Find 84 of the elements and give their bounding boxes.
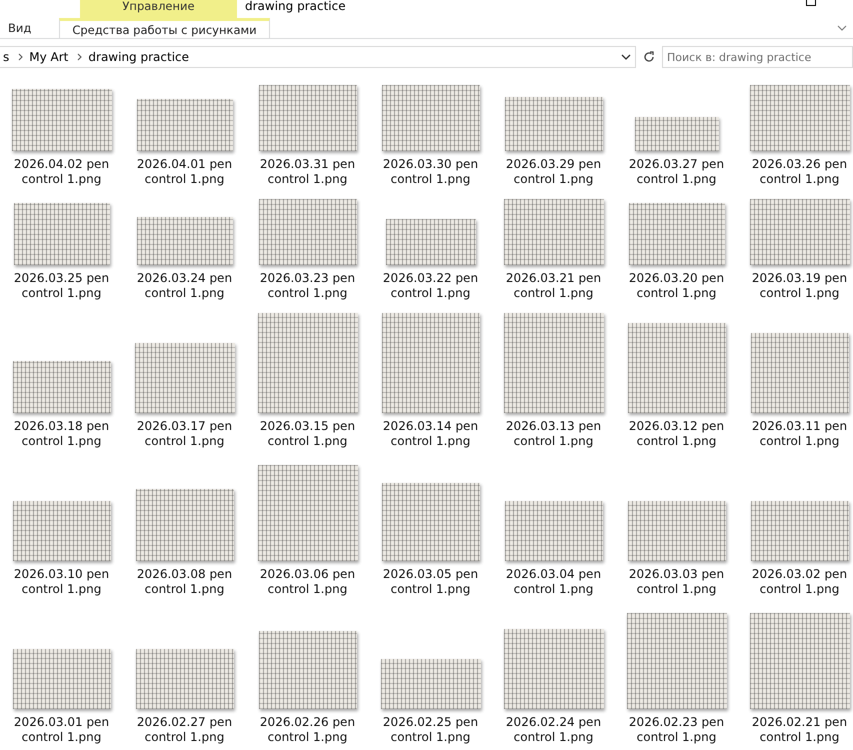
sketch-thumbnail[interactable] bbox=[136, 217, 232, 265]
sketch-thumbnail[interactable] bbox=[136, 649, 234, 709]
sketch-thumbnail[interactable] bbox=[136, 489, 234, 561]
sketch-thumbnail[interactable] bbox=[626, 613, 726, 709]
file-name: 2026.03.25 pen control 1.png bbox=[12, 271, 110, 302]
file-name: 2026.03.21 pen control 1.png bbox=[504, 271, 602, 302]
sketch-thumbnail[interactable] bbox=[504, 313, 604, 413]
sketch-thumbnail[interactable] bbox=[504, 629, 604, 709]
sketch-thumbnail[interactable] bbox=[382, 483, 480, 561]
sketch-thumbnail[interactable] bbox=[258, 313, 358, 413]
sketch-thumbnail[interactable] bbox=[634, 117, 718, 151]
file-name: 2026.03.24 pen control 1.png bbox=[136, 271, 234, 302]
sketch-thumbnail[interactable] bbox=[12, 501, 110, 561]
sketch-thumbnail[interactable] bbox=[628, 203, 724, 265]
sketch-thumbnail[interactable] bbox=[258, 631, 356, 709]
file-name: 2026.04.02 pen control 1.png bbox=[12, 157, 110, 188]
file-name: 2026.03.19 pen control 1.png bbox=[750, 271, 848, 302]
dropdown-icon[interactable] bbox=[621, 54, 631, 60]
chevron-down-icon[interactable] bbox=[837, 25, 847, 31]
refresh-icon[interactable] bbox=[642, 50, 656, 64]
sketch-thumbnail[interactable] bbox=[14, 203, 110, 265]
sketch-thumbnail[interactable] bbox=[136, 99, 232, 151]
breadcrumb[interactable]: drawing practice bbox=[88, 50, 190, 64]
sketch-thumbnail[interactable] bbox=[750, 501, 848, 561]
sketch-thumbnail[interactable] bbox=[628, 323, 726, 413]
file-name: 2026.03.23 pen control 1.png bbox=[258, 271, 356, 302]
file-name: 2026.03.26 pen control 1.png bbox=[750, 157, 848, 188]
file-name: 2026.04.01 pen control 1.png bbox=[136, 157, 234, 188]
file-name: 2026.03.18 pen control 1.png bbox=[12, 419, 110, 450]
file-name: 2026.02.23 pen control 1.png bbox=[628, 715, 726, 746]
sketch-thumbnail[interactable] bbox=[258, 199, 356, 265]
chevron-right-icon bbox=[77, 53, 82, 61]
file-name: 2026.03.20 pen control 1.png bbox=[628, 271, 726, 302]
sketch-thumbnail[interactable] bbox=[134, 343, 234, 413]
address-bar[interactable]: s My Art drawing practice bbox=[0, 46, 636, 68]
file-name: 2026.03.03 pen control 1.png bbox=[628, 567, 726, 598]
sketch-thumbnail[interactable] bbox=[380, 659, 480, 709]
file-name: 2026.03.11 pen control 1.png bbox=[750, 419, 848, 450]
file-name: 2026.03.10 pen control 1.png bbox=[12, 567, 110, 598]
file-name: 2026.03.30 pen control 1.png bbox=[382, 157, 480, 188]
sketch-thumbnail[interactable] bbox=[504, 199, 604, 265]
sketch-thumbnail[interactable] bbox=[750, 333, 848, 413]
ribbon-tab[interactable]: Вид bbox=[0, 18, 40, 38]
file-name: 2026.03.29 pen control 1.png bbox=[504, 157, 602, 188]
sketch-thumbnail[interactable] bbox=[750, 199, 850, 265]
file-name: 2026.02.24 pen control 1.png bbox=[504, 715, 602, 746]
sketch-thumbnail[interactable] bbox=[504, 501, 602, 561]
file-name: 2026.02.25 pen control 1.png bbox=[382, 715, 480, 746]
file-name: 2026.02.26 pen control 1.png bbox=[258, 715, 356, 746]
sketch-thumbnail[interactable] bbox=[258, 465, 358, 561]
file-name: 2026.03.31 pen control 1.png bbox=[258, 157, 356, 188]
file-name: 2026.02.27 pen control 1.png bbox=[136, 715, 234, 746]
ribbon-tab[interactable]: Средства работы с рисунками bbox=[59, 18, 270, 38]
file-name: 2026.03.12 pen control 1.png bbox=[628, 419, 726, 450]
file-name: 2026.03.08 pen control 1.png bbox=[136, 567, 234, 598]
sketch-thumbnail[interactable] bbox=[750, 85, 850, 151]
file-name: 2026.03.02 pen control 1.png bbox=[750, 567, 848, 598]
file-name: 2026.03.17 pen control 1.png bbox=[136, 419, 234, 450]
sketch-thumbnail[interactable] bbox=[382, 85, 480, 151]
window-title: drawing practice bbox=[245, 0, 346, 12]
search-field[interactable]: Поиск в: drawing practice bbox=[662, 46, 853, 68]
breadcrumb[interactable]: My Art bbox=[29, 50, 68, 64]
sketch-thumbnail[interactable] bbox=[628, 501, 726, 561]
file-name: 2026.03.13 pen control 1.png bbox=[504, 419, 602, 450]
sketch-thumbnail[interactable] bbox=[12, 361, 110, 413]
file-name: 2026.02.21 pen control 1.png bbox=[750, 715, 848, 746]
breadcrumb[interactable]: s bbox=[3, 50, 10, 64]
sketch-thumbnail[interactable] bbox=[386, 219, 476, 265]
context-tab-header: Управление bbox=[80, 0, 237, 18]
sketch-thumbnail[interactable] bbox=[12, 649, 110, 709]
file-name: 2026.03.15 pen control 1.png bbox=[258, 419, 356, 450]
file-name: 2026.03.05 pen control 1.png bbox=[382, 567, 480, 598]
sketch-thumbnail[interactable] bbox=[258, 85, 356, 151]
sketch-thumbnail[interactable] bbox=[750, 613, 850, 709]
file-name: 2026.03.01 pen control 1.png bbox=[12, 715, 110, 746]
file-name: 2026.03.04 pen control 1.png bbox=[504, 567, 602, 598]
sketch-thumbnail[interactable] bbox=[382, 313, 480, 413]
file-name: 2026.03.27 pen control 1.png bbox=[628, 157, 726, 188]
sketch-thumbnail[interactable] bbox=[12, 89, 112, 151]
file-name: 2026.03.14 pen control 1.png bbox=[382, 419, 480, 450]
file-name: 2026.03.22 pen control 1.png bbox=[382, 271, 480, 302]
chevron-right-icon bbox=[18, 53, 24, 61]
file-name: 2026.03.06 pen control 1.png bbox=[258, 567, 356, 598]
sketch-thumbnail[interactable] bbox=[504, 97, 602, 151]
